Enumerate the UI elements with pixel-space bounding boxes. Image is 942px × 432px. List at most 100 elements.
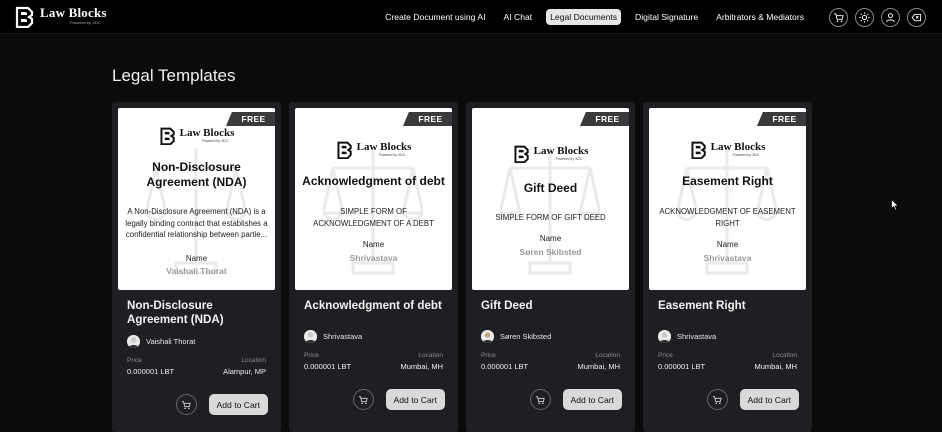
price-value: 0.000001 LBT (481, 362, 529, 371)
template-card[interactable]: FREE Law Blocks Powered by XDC Non-Discl… (112, 102, 281, 432)
nav-legal-documents[interactable]: Legal Documents (546, 9, 622, 25)
nav-digital-signature[interactable]: Digital Signature (631, 9, 702, 25)
card-author: Søren Skibsted (481, 330, 551, 343)
card-actions: Add to Cart (175, 394, 268, 415)
author-name: Vaishali Thorat (146, 337, 196, 346)
avatar (127, 335, 140, 348)
law-blocks-logo-icon (159, 127, 177, 146)
add-to-cart-button[interactable]: Add to Cart (385, 389, 445, 410)
template-card[interactable]: FREE Law Blocks Powered by XDC Easement … (643, 102, 812, 432)
law-blocks-logo-icon (513, 145, 531, 164)
cart-icon[interactable] (175, 394, 197, 415)
preview-logo: Law Blocks Powered by XDC (472, 145, 629, 164)
sun-icon[interactable] (855, 8, 874, 27)
location-label: Location (418, 352, 443, 359)
author-name: Shrivastava (323, 332, 363, 341)
top-header: Law Blocks Powered by XDC Create Documen… (0, 0, 942, 34)
author-name: Shrivastava (677, 332, 717, 341)
nav-ai-chat[interactable]: AI Chat (499, 9, 536, 25)
preview-author-name: Søren Skibsted (519, 247, 582, 257)
law-blocks-logo-icon (336, 141, 354, 160)
location-label: Location (595, 352, 620, 359)
preview-brand-name: Law Blocks (533, 145, 589, 158)
cart-icon[interactable] (829, 8, 848, 27)
location-value: Alampur, MP (223, 367, 266, 376)
brand-logo[interactable]: Law Blocks Powered by XDC (14, 6, 107, 28)
price-value: 0.000001 LBT (127, 367, 175, 376)
template-grid: FREE Law Blocks Powered by XDC Non-Discl… (112, 102, 812, 432)
card-author: Shrivastava (304, 330, 362, 343)
card-title[interactable]: Acknowledgment of debt (304, 299, 448, 313)
cart-icon[interactable] (706, 389, 728, 410)
header-icon-group (829, 8, 926, 27)
free-badge: FREE (226, 112, 275, 126)
brand-powered-by: Powered by XDC (70, 20, 101, 25)
location-value: Mumbai, MH (400, 362, 443, 371)
preview-brand-name: Law Blocks (179, 127, 235, 140)
preview-logo: Law Blocks Powered by XDC (118, 127, 275, 146)
user-icon[interactable] (881, 8, 900, 27)
price-label: Price (481, 352, 496, 359)
add-to-cart-button[interactable]: Add to Cart (208, 394, 268, 415)
card-title[interactable]: Gift Deed (481, 299, 625, 313)
price-label: Price (658, 352, 673, 359)
card-actions: Add to Cart (352, 389, 445, 410)
location-value: Mumbai, MH (754, 362, 797, 371)
preview-author-name: Shrivastava (349, 253, 398, 263)
cart-icon[interactable] (529, 389, 551, 410)
card-author: Vaishali Thorat (127, 335, 195, 348)
card-meta: Price 0.000001 LBT Location Mumbai, MH (304, 352, 443, 371)
price-label: Price (127, 357, 142, 364)
add-to-cart-button[interactable]: Add to Cart (562, 389, 622, 410)
avatar (658, 330, 671, 343)
price-value: 0.000001 LBT (304, 362, 352, 371)
preview-powered-by: Powered by XDC (378, 153, 406, 158)
free-badge: FREE (757, 112, 806, 126)
card-meta: Price 0.000001 LBT Location Mumbai, MH (658, 352, 797, 371)
document-preview[interactable]: FREE Law Blocks Powered by XDC Easement … (649, 108, 806, 290)
preview-description: SIMPLE FORM OF GIFT DEED (495, 213, 606, 222)
brand-name: Law Blocks (40, 5, 107, 20)
document-preview[interactable]: FREE Law Blocks Powered by XDC Non-Discl… (118, 108, 275, 290)
avatar (304, 330, 317, 343)
logout-icon[interactable] (907, 8, 926, 27)
preview-brand-name: Law Blocks (356, 141, 412, 154)
preview-name-label: Name (539, 234, 562, 243)
preview-name-label: Name (185, 254, 208, 263)
preview-author-name: Vaishali Thorat (166, 266, 227, 276)
document-preview[interactable]: FREE Law Blocks Powered by XDC Gift Deed… (472, 108, 629, 290)
nav-create-document-ai[interactable]: Create Document using AI (381, 9, 489, 25)
preview-title: Acknowledgment of debt (302, 174, 445, 188)
law-blocks-logo-icon (690, 141, 708, 160)
template-card[interactable]: FREE Law Blocks Powered by XDC Gift Deed… (466, 102, 635, 432)
location-label: Location (772, 352, 797, 359)
page-title: Legal Templates (112, 66, 236, 85)
mouse-cursor-icon (891, 199, 899, 211)
preview-powered-by: Powered by XDC (732, 153, 760, 158)
card-author: Shrivastava (658, 330, 716, 343)
template-card[interactable]: FREE Law Blocks Powered by XDC Acknowled… (289, 102, 458, 432)
preview-name-label: Name (716, 240, 739, 249)
cart-icon[interactable] (352, 389, 374, 410)
preview-description: SIMPLE FORM OF ACKNOWLEDGMENT OF A DEBT (313, 207, 434, 228)
law-blocks-logo-icon (15, 6, 34, 28)
preview-title: Gift Deed (523, 181, 578, 195)
nav-arbitrators-mediators[interactable]: Arbitrators & Mediators (712, 9, 808, 25)
card-meta: Price 0.000001 LBT Location Mumbai, MH (481, 352, 620, 371)
avatar (481, 330, 494, 343)
author-name: Søren Skibsted (500, 332, 552, 341)
free-badge: FREE (580, 112, 629, 126)
card-title[interactable]: Easement Right (658, 299, 802, 313)
card-actions: Add to Cart (529, 389, 622, 410)
location-label: Location (241, 357, 266, 364)
main-nav: Create Document using AI AI Chat Legal D… (381, 9, 808, 25)
preview-brand-name: Law Blocks (710, 141, 766, 154)
document-preview[interactable]: FREE Law Blocks Powered by XDC Acknowled… (295, 108, 452, 290)
price-value: 0.000001 LBT (658, 362, 706, 371)
preview-name-label: Name (362, 240, 385, 249)
preview-title: Non-Disclosure Agreement (NDA) (146, 160, 247, 189)
add-to-cart-button[interactable]: Add to Cart (739, 389, 799, 410)
location-value: Mumbai, MH (577, 362, 620, 371)
card-title[interactable]: Non-Disclosure Agreement (NDA) (127, 299, 271, 327)
card-actions: Add to Cart (706, 389, 799, 410)
